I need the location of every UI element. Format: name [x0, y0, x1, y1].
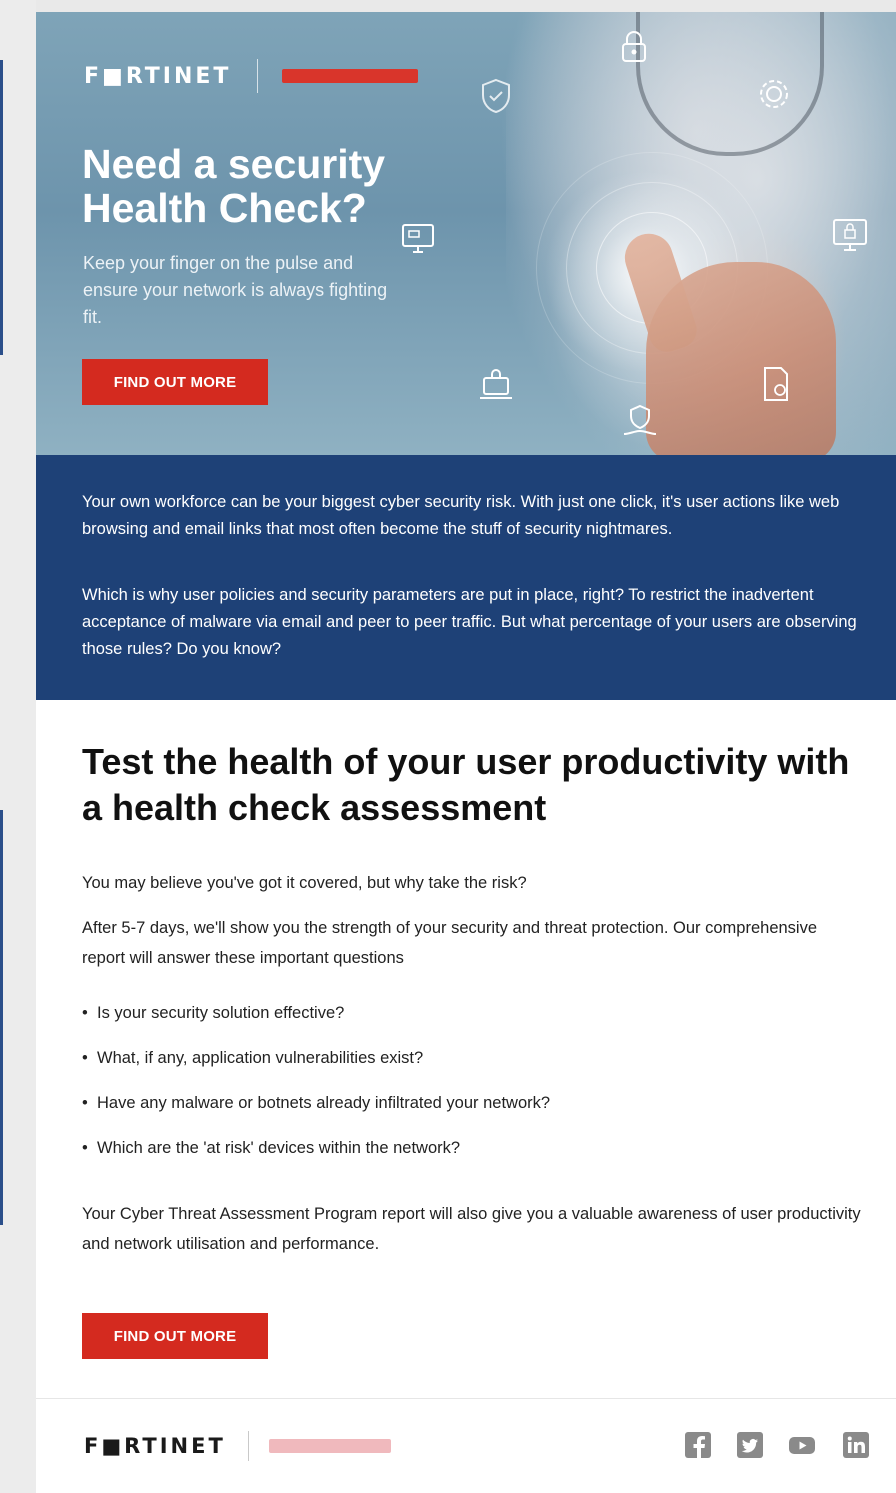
- logo-tagline-badge: [268, 1439, 391, 1453]
- youtube-icon[interactable]: [788, 1431, 816, 1459]
- logo-tagline-badge: [282, 69, 419, 83]
- logo-divider: [257, 59, 259, 93]
- lock-icon: [614, 26, 654, 66]
- list-item-text: Which are the 'at risk' devices within t…: [97, 1139, 461, 1157]
- section-headline: Test the health of your user productivit…: [82, 741, 850, 828]
- twitter-icon[interactable]: [736, 1431, 764, 1459]
- list-item: • Which are the 'at risk' devices within …: [82, 1133, 862, 1178]
- shield-icon: [476, 76, 516, 116]
- bullet-dot: •: [82, 1004, 88, 1022]
- question-list: • Is your security solution effective? • W…: [82, 998, 862, 1178]
- backdrop-edge: [0, 60, 3, 355]
- laptop-lock-icon: [476, 364, 516, 404]
- document-lock-icon: [756, 364, 796, 404]
- secure-monitor-icon: [830, 214, 870, 254]
- body-find-out-more-button[interactable]: FIND OUT MORE: [82, 1313, 268, 1359]
- gear-icon: [754, 74, 794, 114]
- logo-divider: [247, 1431, 249, 1461]
- intro-paragraph-1: Your own workforce can be your biggest c…: [82, 493, 840, 538]
- hand-shield-icon: [620, 400, 660, 440]
- backdrop-edge: [0, 810, 3, 1225]
- bullet-dot: •: [82, 1139, 88, 1157]
- footer-fortinet-logo[interactable]: F■RTINET: [84, 1434, 226, 1458]
- email-body: F■RTINET Need a security Health Check? K…: [36, 12, 896, 1493]
- hero-subtitle: Keep your finger on the pulse and ensure…: [83, 253, 388, 327]
- list-item: • Have any malware or botnets already inf…: [82, 1088, 862, 1133]
- risk-line: You may believe you've got it covered, b…: [82, 874, 527, 892]
- after-line: After 5-7 days, we'll show you the stren…: [82, 919, 818, 967]
- linkedin-icon[interactable]: [842, 1431, 870, 1459]
- intro-band: Your own workforce can be your biggest c…: [36, 455, 896, 700]
- footer-divider: [36, 1398, 896, 1399]
- fortinet-logo[interactable]: F■RTINET: [84, 64, 231, 89]
- list-item: • Is your security solution effective?: [82, 998, 862, 1043]
- list-item: • What, if any, application vulnerabiliti…: [82, 1043, 862, 1088]
- bullet-dot: •: [82, 1049, 88, 1067]
- hero-logo-row: F■RTINET: [84, 56, 419, 96]
- list-item-text: What, if any, application vulnerabilitie…: [97, 1049, 424, 1067]
- report-line: Your Cyber Threat Assessment Program rep…: [82, 1205, 861, 1253]
- footer-logo-row: F■RTINET: [84, 1428, 391, 1464]
- bullet-dot: •: [82, 1094, 88, 1112]
- intro-paragraph-2: Which is why user policies and security …: [82, 586, 857, 658]
- hero-banner: F■RTINET Need a security Health Check? K…: [36, 12, 896, 455]
- list-item-text: Is your security solution effective?: [97, 1004, 345, 1022]
- list-item-text: Have any malware or botnets already infi…: [97, 1094, 551, 1112]
- hero-title: Need a security Health Check?: [82, 141, 386, 231]
- backdrop-strip: [0, 0, 36, 1493]
- facebook-icon[interactable]: [684, 1431, 712, 1459]
- hero-find-out-more-button[interactable]: FIND OUT MORE: [82, 359, 268, 405]
